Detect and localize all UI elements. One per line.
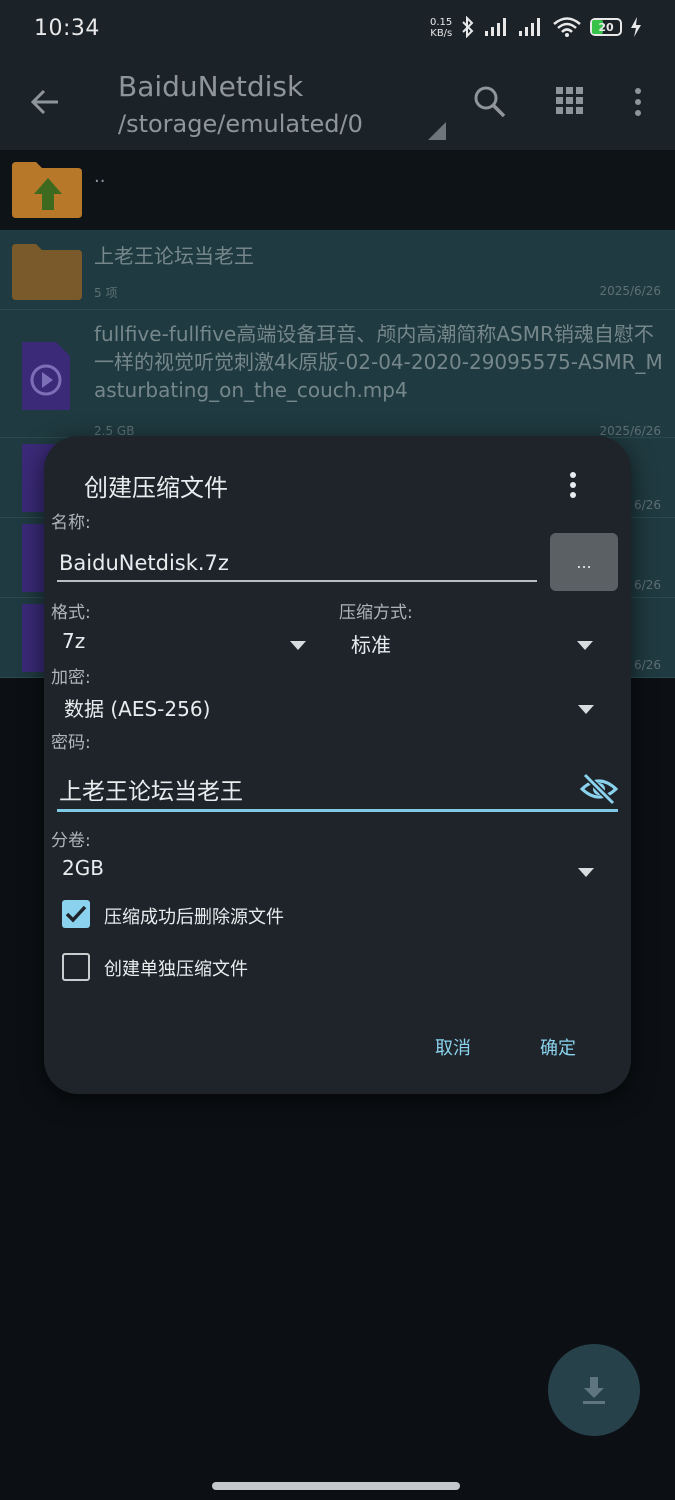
- parent-directory-label: ..: [94, 166, 106, 187]
- split-label: 分卷:: [51, 831, 91, 851]
- parent-directory-row[interactable]: ..: [0, 150, 675, 230]
- net-speed-unit: KB/s: [430, 28, 453, 39]
- split-volume-value: 2GB: [62, 856, 104, 880]
- battery-indicator: 20: [590, 18, 622, 36]
- dialog-title: 创建压缩文件: [84, 474, 228, 502]
- chevron-down-icon: [577, 641, 593, 650]
- file-name: 上老王论坛当老王: [94, 244, 254, 268]
- chevron-down-icon: [578, 868, 594, 877]
- file-date: 6/26: [634, 578, 661, 592]
- browse-button[interactable]: ...: [550, 533, 618, 591]
- separate-archive-label[interactable]: 创建单独压缩文件: [104, 955, 248, 981]
- path-subtitle[interactable]: /storage/emulated/0: [118, 110, 363, 138]
- back-arrow-icon[interactable]: [26, 82, 66, 122]
- list-item[interactable]: fullfive-fullfive高端设备耳音、颅内高潮简称ASMR销魂自慰不一…: [0, 310, 675, 438]
- file-date: 6/26: [634, 498, 661, 512]
- charging-icon: [631, 17, 641, 37]
- split-volume-select[interactable]: 2GB: [62, 856, 595, 890]
- encryption-label: 加密:: [51, 668, 91, 688]
- bluetooth-icon: [462, 16, 474, 38]
- format-value: 7z: [62, 629, 86, 653]
- visibility-off-icon[interactable]: [580, 772, 618, 806]
- app-bar: BaiduNetdisk /storage/emulated/0: [0, 58, 675, 150]
- format-label: 格式:: [51, 603, 91, 623]
- net-speed-value: 0.15: [430, 17, 453, 28]
- ok-button[interactable]: 确定: [540, 1034, 576, 1060]
- wifi-icon: [553, 17, 581, 37]
- battery-level: 20: [598, 20, 614, 34]
- checkmark-icon: [65, 905, 87, 923]
- file-date: 2025/6/26: [599, 424, 661, 438]
- compression-method-value: 标准: [351, 633, 391, 657]
- folder-icon: [12, 244, 82, 300]
- format-select[interactable]: 7z: [62, 629, 308, 663]
- list-item[interactable]: 上老王论坛当老王 5 项 2025/6/26: [0, 230, 675, 310]
- archive-name-input[interactable]: [57, 546, 537, 582]
- net-speed: 0.15 KB/s: [430, 17, 452, 39]
- more-vert-icon[interactable]: [626, 84, 650, 120]
- grid-view-icon[interactable]: [554, 85, 586, 117]
- file-date: 2025/6/26: [599, 284, 661, 298]
- create-archive-dialog: 创建压缩文件 名称: ... 格式: 7z 压缩方式: 标准 加密: 数据 (A…: [44, 436, 631, 1094]
- password-label: 密码:: [51, 733, 91, 753]
- more-vert-icon[interactable]: [566, 470, 580, 500]
- home-indicator[interactable]: [212, 1482, 460, 1490]
- delete-source-label[interactable]: 压缩成功后删除源文件: [104, 903, 284, 929]
- status-bar: 10:34 0.15 KB/s 20: [0, 0, 675, 58]
- signal-icon: [485, 18, 506, 36]
- compression-method-label: 压缩方式:: [339, 603, 413, 623]
- password-value: 上老王论坛当老王: [59, 779, 243, 805]
- screen: 10:34 0.15 KB/s 20 BaiduNetdisk /storage…: [0, 0, 675, 1500]
- chevron-down-icon: [578, 705, 594, 714]
- file-meta: 5 项: [94, 286, 118, 300]
- name-label: 名称:: [51, 513, 91, 533]
- folder-up-icon: [12, 162, 82, 218]
- delete-source-checkbox[interactable]: [62, 900, 90, 928]
- status-icons: 20: [460, 16, 642, 38]
- encryption-select[interactable]: 数据 (AES-256): [64, 693, 595, 727]
- search-icon[interactable]: [472, 84, 508, 120]
- path-dropdown-indicator[interactable]: [428, 122, 446, 140]
- status-time: 10:34: [34, 16, 100, 41]
- encryption-value: 数据 (AES-256): [64, 697, 211, 721]
- chevron-down-icon: [290, 641, 306, 650]
- video-file-icon: [22, 342, 70, 410]
- file-name: fullfive-fullfive高端设备耳音、颅内高潮简称ASMR销魂自慰不一…: [94, 322, 663, 402]
- extract-fab-button[interactable]: [548, 1344, 640, 1436]
- file-date: 6/26: [634, 658, 661, 672]
- signal-2-icon: [519, 18, 540, 36]
- compression-method-select[interactable]: 标准: [351, 629, 595, 663]
- separate-archive-checkbox[interactable]: [62, 953, 90, 981]
- app-title: BaiduNetdisk: [118, 70, 304, 103]
- cancel-button[interactable]: 取消: [435, 1034, 471, 1060]
- download-icon: [583, 1377, 605, 1404]
- password-field[interactable]: 上老王论坛当老王: [57, 768, 618, 812]
